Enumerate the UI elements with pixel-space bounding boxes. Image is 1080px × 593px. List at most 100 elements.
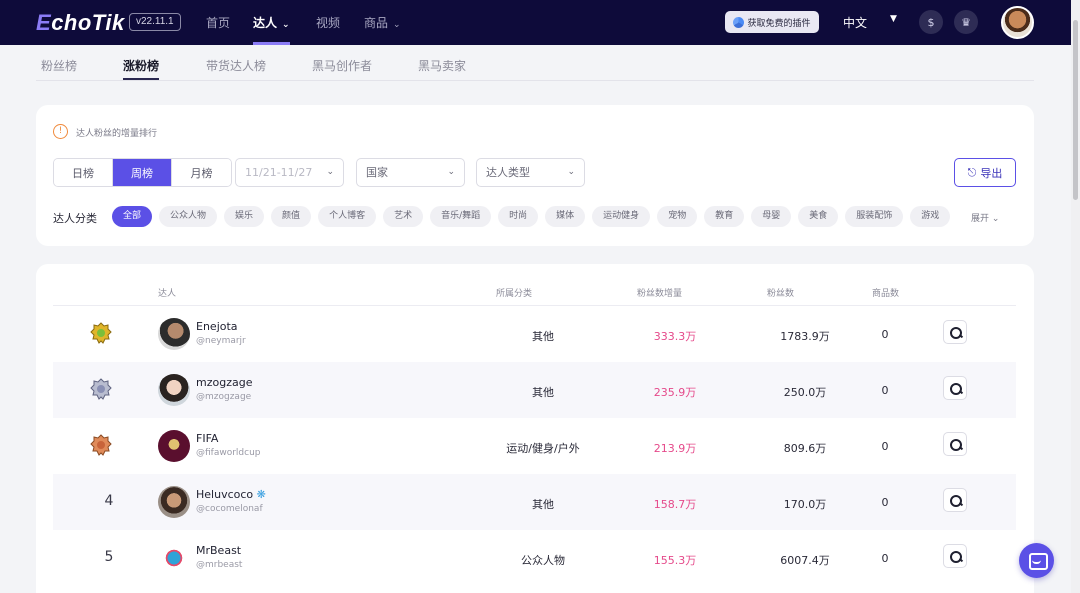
period-weekly-button[interactable]: 周榜 [113,159,172,186]
search-icon[interactable] [943,320,967,344]
creator-name[interactable]: FIFA [196,432,218,445]
creator-avatar[interactable] [158,318,190,350]
nav-active-indicator [253,42,290,45]
follower-count: 250.0万 [783,386,827,399]
page-scrollbar[interactable] [1071,0,1080,593]
tab-rising-creators[interactable]: 黑马创作者 [312,57,372,74]
date-range-select[interactable]: 11/21-11/27 ⌄ [235,158,344,187]
info-text: 达人粉丝的增量排行 [76,129,158,139]
date-range-value: 11/21-11/27 [245,166,313,179]
header-followers[interactable]: 粉丝数 [767,286,794,299]
scrollbar-thumb[interactable] [1073,20,1078,200]
creator-name-text: Heluvcoco [196,488,254,501]
category-chip[interactable]: 公众人物 [159,206,218,227]
category-chip[interactable]: 教育 [704,206,745,227]
bronze-medal-icon [90,434,112,456]
search-icon[interactable] [943,488,967,512]
period-daily-button[interactable]: 日榜 [54,159,113,186]
follower-growth: 158.7万 [653,498,697,511]
creator-name[interactable]: MrBeast [196,544,241,557]
table-row[interactable]: 5 MrBeast @mrbeast 公众人物 155.3万 6007.4万 0 [53,530,1016,586]
chat-icon[interactable] [1019,543,1054,578]
creator-avatar[interactable] [158,486,190,518]
follower-growth: 333.3万 [653,330,697,343]
country-select[interactable]: 国家 ⌄ [356,158,465,187]
category-chip[interactable]: 娱乐 [224,206,265,227]
nav-videos[interactable]: 视频 [316,14,340,31]
creator-category: 其他 [532,498,554,511]
creator-name[interactable]: mzogzage [196,376,252,389]
get-plugin-button[interactable]: 获取免费的插件 [725,11,819,33]
rank-number: 5 [104,549,114,565]
caret-down-icon[interactable]: ▼ [890,14,897,24]
expand-categories-button[interactable]: 展开 ⌄ [971,211,999,224]
tab-followers-rank[interactable]: 粉丝榜 [41,57,77,74]
chevron-down-icon: ⌄ [567,167,575,177]
nav-home-label: 首页 [206,16,231,30]
table-row[interactable]: mzogzage @mzogzage 其他 235.9万 250.0万 0 [53,362,1016,418]
search-icon[interactable] [943,544,967,568]
currency-icon[interactable]: $ [919,10,943,34]
category-chip[interactable]: 运动健身 [592,206,651,227]
expand-label: 展开 [971,214,990,224]
header-category: 所属分类 [496,289,533,299]
header-follower-growth[interactable]: 粉丝数增量 [637,286,682,299]
user-avatar[interactable] [1001,6,1034,39]
category-chip[interactable]: 时尚 [498,206,539,227]
product-count: 0 [881,440,889,453]
category-chip[interactable]: 服装配饰 [845,206,904,227]
creator-handle: @neymarjr [196,336,246,346]
tab-divider [36,80,1034,81]
category-chip[interactable]: 全部 [112,206,153,227]
creator-avatar[interactable] [158,542,190,574]
table-row[interactable]: FIFA @fifaworldcup 运动/健身/户外 213.9万 809.6… [53,418,1016,474]
nav-videos-label: 视频 [316,16,341,30]
rank-number: 4 [104,493,114,509]
nav-products[interactable]: 商品 ⌄ [364,14,401,31]
header-products[interactable]: 商品数 [872,286,899,299]
follower-count: 170.0万 [783,498,827,511]
category-chip[interactable]: 母婴 [751,206,792,227]
creator-name[interactable]: Heluvcoco ❋ [196,488,266,501]
nav-home[interactable]: 首页 [206,14,230,31]
category-chip[interactable]: 艺术 [383,206,424,227]
nav-creators-label: 达人 [253,16,278,30]
nav-creators[interactable]: 达人 ⌄ [253,14,290,31]
category-chip[interactable]: 美食 [798,206,839,227]
creator-category: 其他 [532,386,554,399]
creator-category: 运动/健身/户外 [506,442,580,455]
creator-name[interactable]: Enejota [196,320,238,333]
creator-category: 公众人物 [521,554,565,567]
category-chip[interactable]: 游戏 [910,206,951,227]
table-row[interactable]: Enejota @neymarjr 其他 333.3万 1783.9万 0 [53,306,1016,362]
category-chip[interactable]: 个人博客 [318,206,377,227]
tab-rising-sellers[interactable]: 黑马卖家 [418,57,466,74]
creator-avatar[interactable] [158,430,190,462]
creator-avatar[interactable] [158,374,190,406]
category-chip[interactable]: 宠物 [657,206,698,227]
period-monthly-button[interactable]: 月榜 [172,159,231,186]
table-row[interactable]: 4 Heluvcoco ❋ @cocomelonaf 其他 158.7万 170… [53,474,1016,530]
chrome-icon [733,16,745,28]
product-count: 0 [881,384,889,397]
tab-sales-creators-rank[interactable]: 带货达人榜 [206,57,266,74]
search-icon[interactable] [943,376,967,400]
export-button[interactable]: ⎋ 导出 [954,158,1016,187]
gold-medal-icon [90,322,112,344]
category-chip[interactable]: 音乐/舞蹈 [430,206,492,227]
creator-type-placeholder: 达人类型 [486,166,530,179]
language-selector[interactable]: 中文 [843,14,867,31]
tab-follower-growth-rank[interactable]: 涨粉榜 [123,57,159,74]
category-chip[interactable]: 媒体 [545,206,586,227]
export-label: 导出 [980,166,1003,180]
country-placeholder: 国家 [366,166,388,179]
category-chip[interactable]: 颜值 [271,206,312,227]
search-icon[interactable] [943,432,967,456]
crown-icon[interactable]: ♛ [954,10,978,34]
product-count: 0 [881,552,889,565]
creator-type-select[interactable]: 达人类型 ⌄ [476,158,585,187]
logo[interactable]: EchoTik [36,10,125,36]
period-toggle: 日榜 周榜 月榜 [53,158,232,187]
silver-medal-icon [90,378,112,400]
follower-growth: 155.3万 [653,554,697,567]
